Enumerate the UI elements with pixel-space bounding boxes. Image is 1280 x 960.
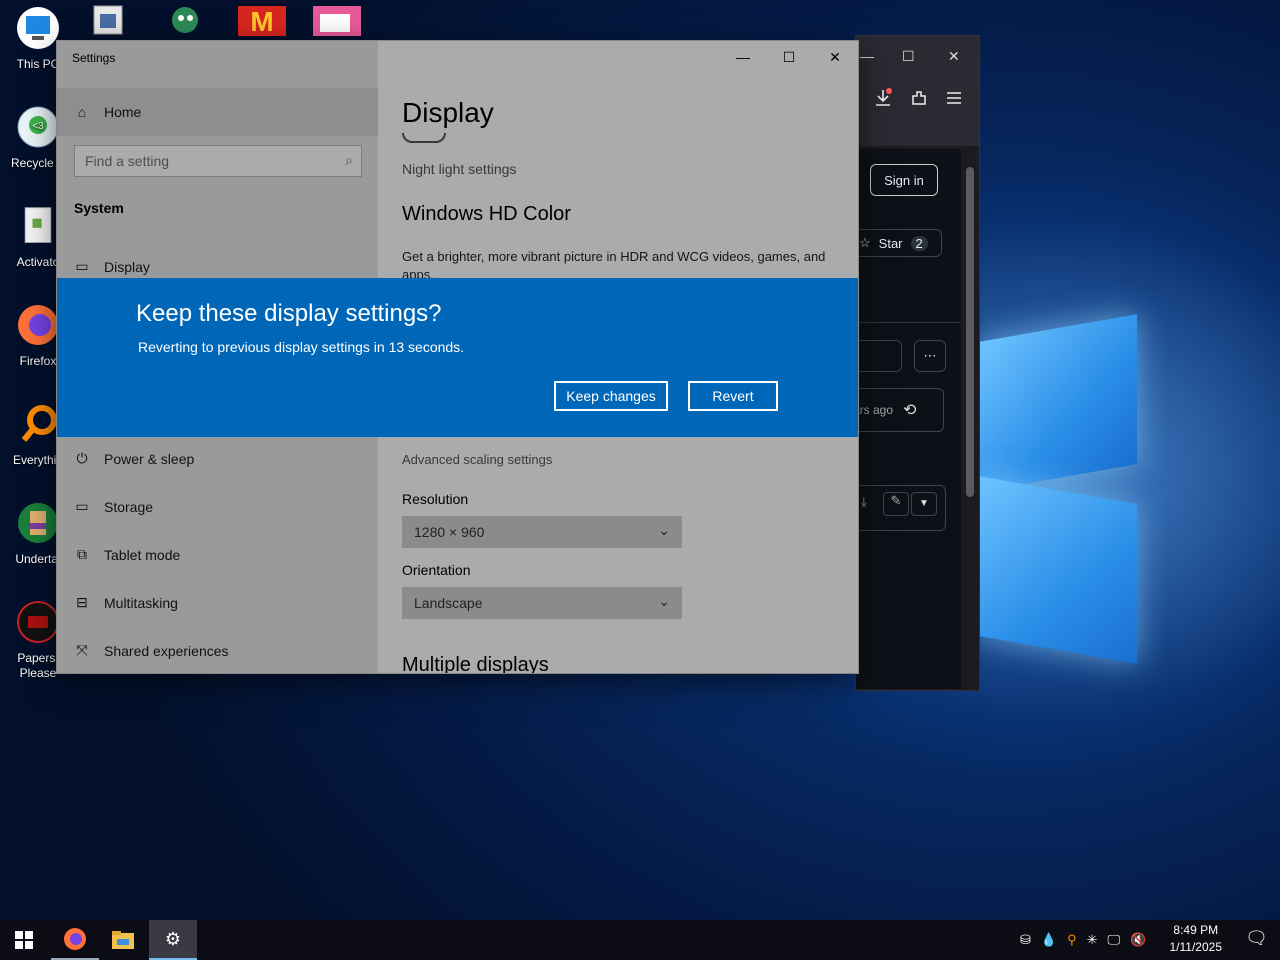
undertale-icon (18, 503, 58, 543)
dialog-title: Keep these display settings? (136, 300, 442, 327)
sign-in-button[interactable]: Sign in (870, 164, 938, 196)
dialog-message: Reverting to previous display settings i… (138, 339, 465, 355)
window-controls: — ☐ ✕ (720, 41, 858, 73)
taskbar-firefox[interactable] (51, 920, 99, 960)
system-tray: ⛁ 💧 ⚲ ✳ 🖵 🔇 (1020, 920, 1146, 960)
droplet-icon[interactable]: 💧 (1041, 932, 1057, 948)
start-button[interactable] (0, 920, 48, 960)
svg-text:M: M (250, 6, 273, 36)
folder-icon (112, 931, 134, 949)
keep-display-settings-dialog: Keep these display settings? Reverting t… (57, 278, 858, 437)
volume-muted-icon[interactable]: 🔇 (1130, 932, 1146, 948)
papers-please-icon (17, 601, 59, 643)
browser-window[interactable]: — ☐ ✕ Sign in ☆ Star 2 ⋯ ars ago ⟲ ⤓ ✎ ▼ (852, 35, 980, 691)
network-icon[interactable]: 🖵 (1108, 932, 1121, 948)
firefox-icon (64, 928, 86, 950)
desktop-icon-game[interactable] (165, 4, 215, 36)
desktop-icon-mcdonalds[interactable]: M (237, 4, 287, 37)
network-user-icon[interactable]: ⛁ (1020, 932, 1031, 948)
browser-scrollbar[interactable] (961, 149, 979, 689)
minimize-button[interactable]: — (720, 41, 766, 73)
extensions-icon[interactable] (910, 89, 928, 107)
taskbar-settings[interactable]: ⚙ (149, 920, 197, 960)
clock-time: 8:49 PM (1173, 923, 1219, 937)
search-tray-icon[interactable]: ⚲ (1067, 932, 1077, 948)
more-button[interactable]: ⋯ (914, 340, 946, 372)
browser-minimize-button[interactable]: — (860, 48, 874, 64)
clock-date: 1/11/2025 (1169, 940, 1223, 954)
close-button[interactable]: ✕ (812, 41, 858, 73)
taskbar: ⚙ ⛁ 💧 ⚲ ✳ 🖵 🔇 8:49 PM 1/11/2025 🗨 (0, 920, 1280, 960)
svg-text:<3: <3 (32, 121, 44, 132)
document-icon (24, 207, 52, 243)
browser-toolbar: — ☐ ✕ (856, 36, 979, 146)
revert-button[interactable]: Revert (688, 381, 778, 411)
star-icon: ☆ (859, 235, 871, 250)
gear-icon: ⚙ (164, 928, 182, 949)
desktop-icon-image[interactable] (312, 4, 362, 36)
asterisk-icon[interactable]: ✳ (1087, 932, 1098, 948)
edit-icon[interactable]: ✎ (883, 492, 909, 516)
firefox-icon (18, 305, 58, 345)
branch-input[interactable] (852, 340, 902, 372)
keep-changes-button[interactable]: Keep changes (554, 381, 668, 411)
recycle-bin-icon: <3 (17, 106, 59, 148)
computer-icon (17, 7, 59, 49)
divider (856, 322, 961, 323)
browser-close-button[interactable]: ✕ (948, 48, 960, 65)
star-button[interactable]: ☆ Star 2 (852, 229, 942, 257)
magnifier-icon (21, 405, 57, 442)
maximize-button[interactable]: ☐ (766, 41, 812, 73)
browser-page: Sign in ☆ Star 2 ⋯ ars ago ⟲ ⤓ ✎ ▼ (852, 149, 961, 689)
browser-maximize-button[interactable]: ☐ (902, 48, 915, 65)
desktop-icon-files[interactable] (88, 4, 138, 36)
taskbar-file-explorer[interactable] (99, 920, 147, 960)
windows-logo-wallpaper (975, 300, 1145, 680)
code-actions[interactable]: ⤓ ✎ ▼ (852, 485, 946, 531)
chevron-down-icon[interactable]: ▼ (911, 492, 937, 516)
notification-icon[interactable]: 🗨 (1245, 928, 1268, 949)
history-icon: ⟲ (903, 402, 917, 419)
windows-icon (15, 931, 33, 949)
download-icon[interactable] (874, 88, 892, 108)
download-icon[interactable]: ⤓ (861, 494, 867, 510)
clock[interactable]: 8:49 PM 1/11/2025 (1170, 922, 1223, 956)
menu-icon[interactable] (946, 91, 962, 105)
commit-history[interactable]: ars ago ⟲ (852, 388, 944, 432)
